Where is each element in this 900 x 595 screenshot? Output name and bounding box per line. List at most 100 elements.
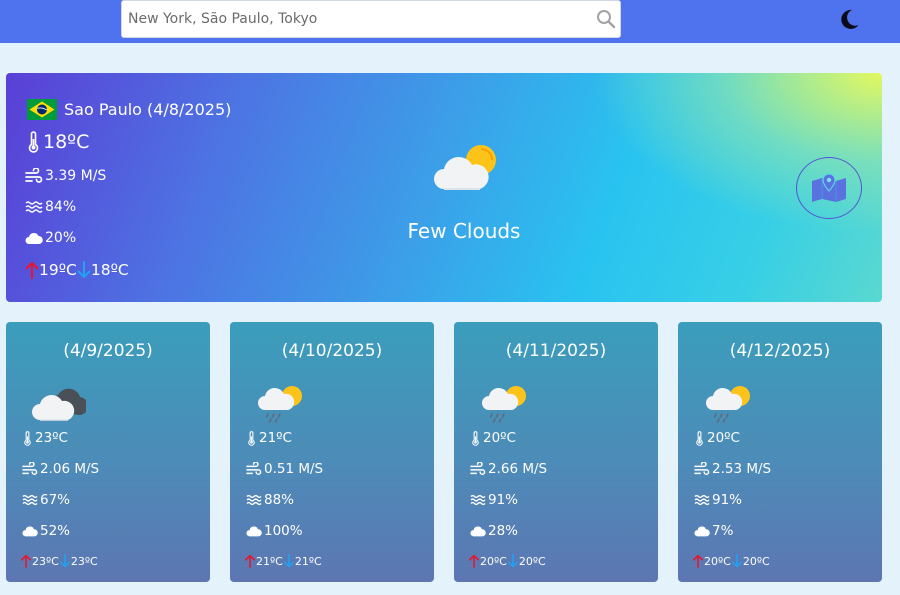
forecast-clouds: 28% — [470, 523, 518, 539]
forecast-max-temp: 23ºC — [32, 554, 59, 568]
current-temperature: 18ºC — [27, 131, 89, 153]
arrow-down-icon — [507, 554, 519, 568]
search-icon[interactable] — [596, 9, 616, 29]
forecast-temp-value: 23ºC — [35, 430, 68, 446]
forecast-min-max: 20ºC 20ºC — [692, 554, 770, 568]
forecast-clouds: 52% — [22, 523, 70, 539]
thermometer-icon — [246, 431, 257, 446]
top-bar — [0, 0, 900, 43]
current-min-max: 19ºC 18ºC — [25, 261, 129, 279]
forecast-temp-value: 20ºC — [707, 430, 740, 446]
forecast-wind-value: 2.66 M/S — [488, 461, 548, 477]
current-weather-card: Sao Paulo (4/8/2025) 18ºC 3.39 M/S 84% 2… — [6, 73, 882, 302]
current-humidity: 84% — [25, 199, 76, 215]
forecast-wind: 2.66 M/S — [470, 461, 547, 477]
forecast-humidity: 88% — [246, 492, 294, 508]
forecast-temperature: 20ºC — [470, 430, 516, 446]
forecast-clouds: 7% — [694, 523, 733, 539]
search-box[interactable] — [121, 0, 621, 38]
forecast-min-max: 20ºC 20ºC — [468, 554, 546, 568]
forecast-max-temp: 21ºC — [256, 554, 283, 568]
map-button[interactable] — [796, 157, 862, 219]
wind-icon — [694, 462, 710, 476]
forecast-humidity-value: 67% — [40, 492, 71, 508]
wind-icon — [246, 462, 262, 476]
forecast-min-temp: 20ºC — [518, 554, 546, 568]
humidity-waves-icon — [470, 493, 486, 507]
thermometer-icon — [27, 131, 40, 153]
forecast-temp-value: 20ºC — [483, 430, 516, 446]
humidity-waves-icon — [246, 493, 262, 507]
forecast-humidity: 91% — [694, 492, 742, 508]
cloud-icon — [22, 524, 38, 538]
forecast-min-max: 23ºC 23ºC — [20, 554, 98, 568]
arrow-up-icon — [692, 554, 704, 568]
forecast-wind: 0.51 M/S — [246, 461, 323, 477]
forecast-humidity: 67% — [22, 492, 70, 508]
few-clouds-icon — [430, 143, 500, 193]
forecast-date: (4/10/2025) — [281, 341, 383, 361]
forecast-date: (4/9/2025) — [63, 341, 153, 361]
cloud-icon — [246, 524, 262, 538]
weather-description: Few Clouds — [407, 219, 521, 243]
forecast-max-temp: 20ºC — [480, 554, 507, 568]
arrow-down-icon — [731, 554, 743, 568]
current-temp-value: 18ºC — [43, 131, 90, 153]
arrow-up-icon — [468, 554, 480, 568]
light-rain-icon — [478, 382, 534, 424]
forecast-wind-value: 2.06 M/S — [40, 461, 100, 477]
forecast-wind-value: 2.53 M/S — [712, 461, 772, 477]
forecast-clouds-value: 100% — [264, 523, 303, 539]
light-rain-icon — [254, 382, 310, 424]
arrow-up-icon — [244, 554, 256, 568]
forecast-card: (4/9/2025) 23ºC 2.06 M/S 67% 52% 23ºC 23… — [6, 322, 210, 582]
current-max-temp: 19ºC — [39, 261, 77, 279]
forecast-min-temp: 20ºC — [742, 554, 770, 568]
current-clouds-value: 20% — [45, 230, 77, 246]
arrow-up-icon — [20, 554, 32, 568]
forecast-card: (4/12/2025) 20ºC 2.53 M/S 91% 7% 20ºC 20… — [678, 322, 882, 582]
current-wind: 3.39 M/S — [25, 168, 106, 184]
forecast-date: (4/12/2025) — [729, 341, 831, 361]
current-clouds: 20% — [25, 230, 76, 246]
cloud-icon — [470, 524, 486, 538]
forecast-card: (4/10/2025) 21ºC 0.51 M/S 88% 100% 21ºC … — [230, 322, 434, 582]
brazil-flag-icon — [27, 98, 57, 120]
cloud-icon — [25, 230, 43, 246]
forecast-humidity-value: 88% — [264, 492, 295, 508]
current-city: Sao Paulo (4/8/2025) — [27, 97, 231, 121]
broken-clouds-icon — [30, 382, 86, 424]
cloud-icon — [694, 524, 710, 538]
light-rain-icon — [702, 382, 758, 424]
forecast-card: (4/11/2025) 20ºC 2.66 M/S 91% 28% 20ºC 2… — [454, 322, 658, 582]
forecast-wind-value: 0.51 M/S — [264, 461, 324, 477]
forecast-min-max: 21ºC 21ºC — [244, 554, 322, 568]
forecast-wind: 2.53 M/S — [694, 461, 771, 477]
map-icon — [812, 173, 846, 202]
forecast-temperature: 20ºC — [694, 430, 740, 446]
search-input[interactable] — [122, 1, 582, 37]
thermometer-icon — [694, 431, 705, 446]
humidity-waves-icon — [694, 493, 710, 507]
moon-icon[interactable] — [838, 8, 860, 30]
forecast-temperature: 23ºC — [22, 430, 68, 446]
forecast-humidity-value: 91% — [488, 492, 519, 508]
forecast-temperature: 21ºC — [246, 430, 292, 446]
forecast-min-temp: 21ºC — [294, 554, 322, 568]
current-city-label: Sao Paulo (4/8/2025) — [64, 99, 232, 119]
forecast-clouds: 100% — [246, 523, 303, 539]
forecast-humidity-value: 91% — [712, 492, 743, 508]
current-humidity-value: 84% — [45, 199, 77, 215]
forecast-clouds-value: 28% — [488, 523, 519, 539]
arrow-down-icon — [59, 554, 71, 568]
wind-icon — [470, 462, 486, 476]
forecast-min-temp: 23ºC — [70, 554, 98, 568]
current-min-temp: 18ºC — [90, 261, 129, 279]
arrow-down-icon — [77, 261, 91, 279]
thermometer-icon — [22, 431, 33, 446]
thermometer-icon — [470, 431, 481, 446]
arrow-up-icon — [25, 261, 39, 279]
forecast-humidity: 91% — [470, 492, 518, 508]
humidity-waves-icon — [22, 493, 38, 507]
forecast-clouds-value: 7% — [712, 523, 734, 539]
